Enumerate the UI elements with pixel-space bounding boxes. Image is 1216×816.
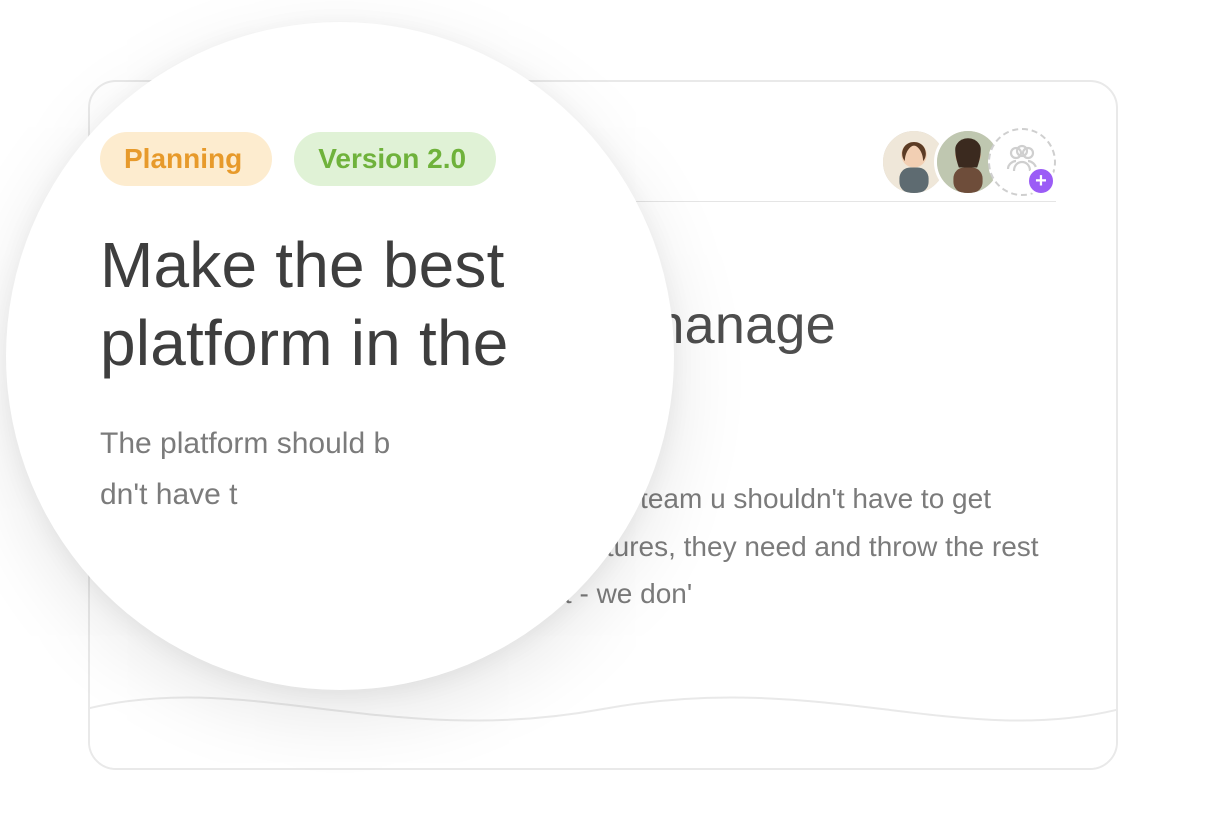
add-member-button[interactable]: + xyxy=(988,128,1056,196)
lens-title: Make the best platform in the xyxy=(100,226,594,382)
tag-version[interactable]: Version 2.0 xyxy=(294,132,496,186)
tag-row: Planning Version 2.0 xyxy=(100,132,594,186)
member-avatars: + xyxy=(880,128,1056,196)
lens-body: The platform should b dn't have t xyxy=(100,418,594,520)
tag-planning[interactable]: Planning xyxy=(100,132,272,186)
zoom-lens: Planning Version 2.0 Make the best platf… xyxy=(6,22,674,690)
plus-icon: + xyxy=(1026,166,1056,196)
